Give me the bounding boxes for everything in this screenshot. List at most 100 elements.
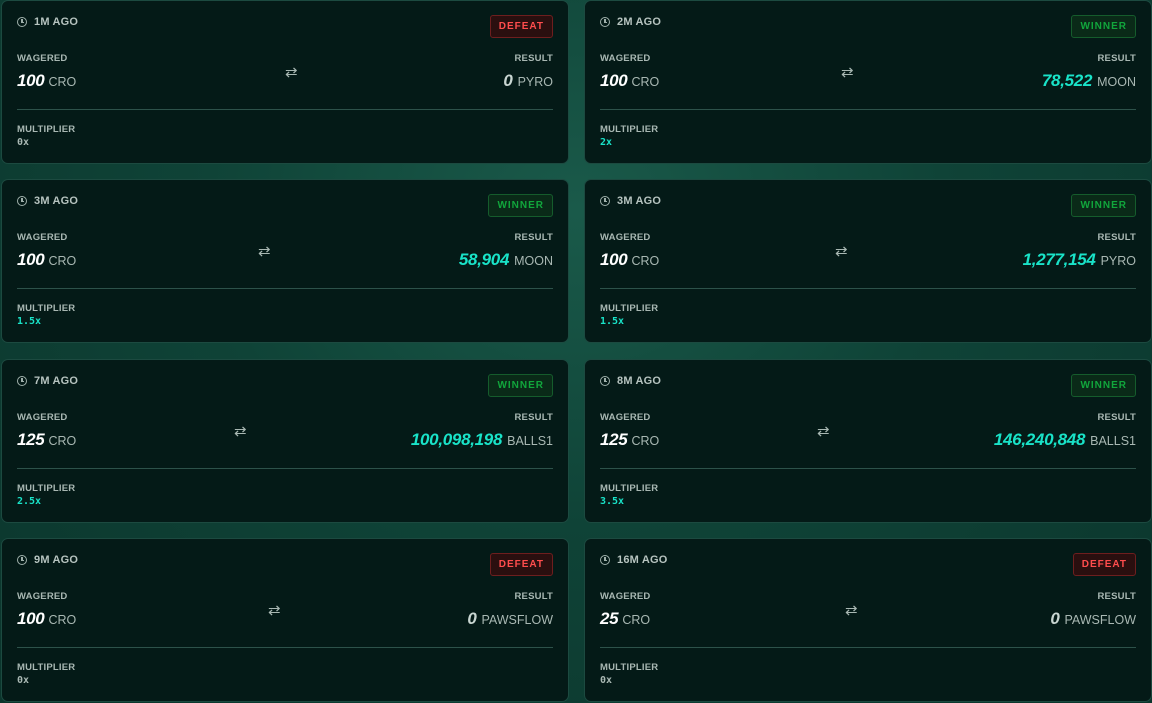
result-currency: PAWSFLOW — [1064, 613, 1136, 627]
wagered-label: WAGERED — [17, 232, 68, 243]
result-amount: 0 — [1050, 609, 1060, 628]
wager-value: 125 CRO — [600, 430, 659, 450]
wager-currency: CRO — [622, 613, 651, 627]
clock-icon — [17, 196, 27, 206]
result-amount: 0 — [503, 71, 513, 90]
bet-card[interactable]: 3M AGO WINNER WAGERED RESULT 100 CRO ⇄ 1… — [584, 179, 1152, 343]
swap-arrows-icon: ⇄ — [845, 602, 858, 619]
bet-card[interactable]: 1M AGO DEFEAT WAGERED RESULT 100 CRO ⇄ 0… — [1, 0, 569, 164]
wager-value: 25 CRO — [600, 609, 650, 629]
clock-icon — [600, 376, 610, 386]
result-value: 58,904 MOON — [459, 250, 553, 270]
multiplier-label: MULTIPLIER — [17, 662, 76, 673]
result-value: 78,522 MOON — [1042, 71, 1136, 91]
status-badge: WINNER — [488, 194, 553, 217]
bet-card[interactable]: 7M AGO WINNER WAGERED RESULT 125 CRO ⇄ 1… — [1, 359, 569, 523]
multiplier-value: 0x — [17, 137, 30, 148]
divider — [17, 647, 553, 648]
multiplier-value: 2.5x — [17, 496, 42, 507]
result-value: 0 PYRO — [503, 71, 553, 91]
time-ago: 9M AGO — [17, 554, 78, 566]
time-ago-label: 1M AGO — [34, 16, 79, 28]
bet-card[interactable]: 3M AGO WINNER WAGERED RESULT 100 CRO ⇄ 5… — [1, 179, 569, 343]
status-badge: WINNER — [1071, 194, 1136, 217]
clock-icon — [17, 376, 27, 386]
divider — [600, 647, 1136, 648]
divider — [17, 109, 553, 110]
multiplier-label: MULTIPLIER — [17, 303, 76, 314]
multiplier-label: MULTIPLIER — [17, 124, 76, 135]
result-currency: MOON — [1097, 75, 1136, 89]
wager-value: 100 CRO — [600, 250, 659, 270]
result-currency: PYRO — [517, 75, 553, 89]
swap-arrows-icon: ⇄ — [817, 423, 830, 440]
divider — [600, 468, 1136, 469]
result-value: 146,240,848 BALLS1 — [994, 430, 1136, 450]
clock-icon — [600, 17, 610, 27]
wager-amount: 100 — [17, 71, 45, 90]
wagered-label: WAGERED — [17, 412, 68, 423]
wager-currency: CRO — [631, 254, 660, 268]
result-label: RESULT — [514, 232, 553, 243]
wager-value: 100 CRO — [17, 609, 76, 629]
wager-amount: 125 — [17, 430, 45, 449]
bet-card[interactable]: 8M AGO WINNER WAGERED RESULT 125 CRO ⇄ 1… — [584, 359, 1152, 523]
multiplier-label: MULTIPLIER — [600, 662, 659, 673]
divider — [600, 109, 1136, 110]
time-ago: 8M AGO — [600, 375, 661, 387]
clock-icon — [17, 17, 27, 27]
status-badge: DEFEAT — [1072, 553, 1136, 576]
time-ago: 16M AGO — [600, 554, 668, 566]
swap-arrows-icon: ⇄ — [268, 602, 281, 619]
swap-arrows-icon: ⇄ — [258, 243, 271, 260]
wager-value: 100 CRO — [17, 71, 76, 91]
swap-arrows-icon: ⇄ — [841, 64, 854, 81]
time-ago: 3M AGO — [17, 195, 78, 207]
result-label: RESULT — [514, 591, 553, 602]
time-ago: 7M AGO — [17, 375, 78, 387]
result-label: RESULT — [1097, 591, 1136, 602]
result-label: RESULT — [1097, 412, 1136, 423]
wager-currency: CRO — [48, 75, 77, 89]
multiplier-label: MULTIPLIER — [600, 483, 659, 494]
swap-arrows-icon: ⇄ — [234, 423, 247, 440]
multiplier-label: MULTIPLIER — [600, 303, 659, 314]
clock-icon — [600, 555, 610, 565]
wagered-label: WAGERED — [17, 591, 68, 602]
status-badge: DEFEAT — [489, 553, 553, 576]
bet-card[interactable]: 9M AGO DEFEAT WAGERED RESULT 100 CRO ⇄ 0… — [1, 538, 569, 702]
result-value: 100,098,198 BALLS1 — [411, 430, 553, 450]
wager-amount: 100 — [17, 250, 45, 269]
bet-history-grid: 1M AGO DEFEAT WAGERED RESULT 100 CRO ⇄ 0… — [0, 0, 1152, 703]
time-ago-label: 2M AGO — [617, 16, 662, 28]
status-badge: WINNER — [1071, 374, 1136, 397]
result-label: RESULT — [1097, 232, 1136, 243]
wager-amount: 25 — [600, 609, 619, 628]
result-amount: 78,522 — [1041, 71, 1093, 90]
result-label: RESULT — [514, 412, 553, 423]
status-badge: WINNER — [488, 374, 553, 397]
divider — [17, 468, 553, 469]
wager-value: 125 CRO — [17, 430, 76, 450]
multiplier-label: MULTIPLIER — [17, 483, 76, 494]
time-ago: 3M AGO — [600, 195, 661, 207]
result-amount: 100,098,198 — [410, 430, 503, 449]
wager-value: 100 CRO — [600, 71, 659, 91]
multiplier-value: 3.5x — [600, 496, 625, 507]
clock-icon — [600, 196, 610, 206]
clock-icon — [17, 555, 27, 565]
wager-amount: 100 — [600, 250, 628, 269]
result-value: 0 PAWSFLOW — [467, 609, 553, 629]
result-currency: PYRO — [1100, 254, 1136, 268]
result-label: RESULT — [1097, 53, 1136, 64]
result-amount: 146,240,848 — [993, 430, 1086, 449]
result-amount: 0 — [467, 609, 477, 628]
wagered-label: WAGERED — [600, 412, 651, 423]
multiplier-value: 2x — [600, 137, 613, 148]
bet-card[interactable]: 16M AGO DEFEAT WAGERED RESULT 25 CRO ⇄ 0… — [584, 538, 1152, 702]
bet-card[interactable]: 2M AGO WINNER WAGERED RESULT 100 CRO ⇄ 7… — [584, 0, 1152, 164]
swap-arrows-icon: ⇄ — [285, 64, 298, 81]
time-ago: 2M AGO — [600, 16, 661, 28]
wager-amount: 100 — [17, 609, 45, 628]
wagered-label: WAGERED — [600, 232, 651, 243]
